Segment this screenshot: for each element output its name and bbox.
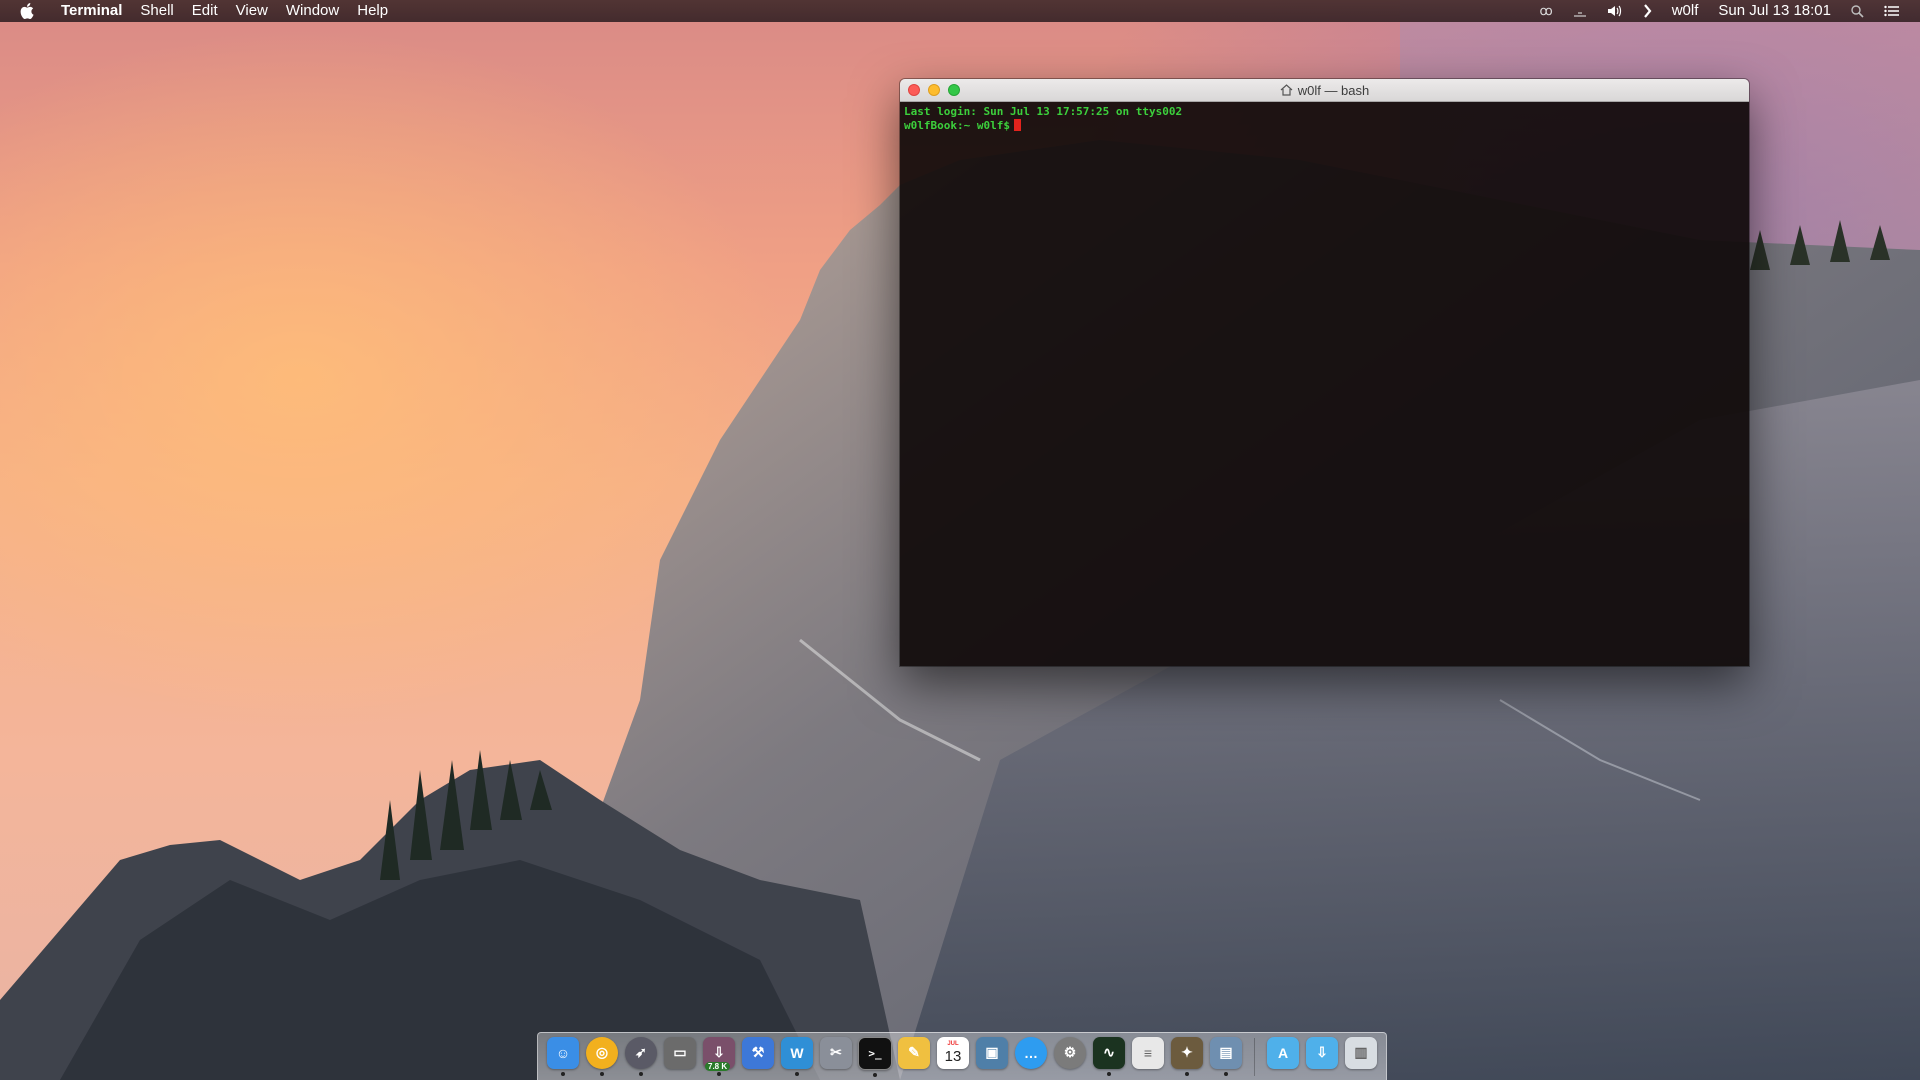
- trash-icon: ▥: [1345, 1036, 1377, 1069]
- dock-item-applications-folder[interactable]: A: [1266, 1036, 1300, 1077]
- dock-item-activity-monitor[interactable]: ∿: [1092, 1036, 1126, 1077]
- dock-item-downloads[interactable]: ⇩ 7.8 K: [702, 1036, 736, 1077]
- chrome-icon: ◎: [586, 1036, 618, 1069]
- gear-icon: ⚙: [1054, 1036, 1086, 1069]
- chat-icon: …: [1015, 1036, 1047, 1069]
- dock-item-textedit[interactable]: ✎: [897, 1036, 931, 1077]
- running-indicator: [1185, 1071, 1189, 1076]
- dock: ☺ ◎ ➶ ▭ ⇩ 7.8 K ⚒ W ✂ >_ ✎ JUL 13 ▣… ⚙ ∿ ≡ ✦ ▤ A ⇩ ▥: [537, 1032, 1387, 1080]
- folder-download-icon: ⇩: [1306, 1036, 1338, 1069]
- clock[interactable]: Sun Jul 13 18:01: [1708, 0, 1841, 22]
- preview-icon: ▣: [976, 1036, 1008, 1069]
- window-title-text: w0lf — bash: [1297, 82, 1370, 98]
- dock-item-xcode[interactable]: ⚒: [741, 1036, 775, 1077]
- window-titlebar[interactable]: w0lf — bash: [900, 79, 1749, 102]
- running-indicator: [1107, 1071, 1111, 1076]
- running-indicator: [1224, 1071, 1228, 1076]
- apple-menu-icon[interactable]: [20, 3, 38, 19]
- running-indicator: [873, 1072, 877, 1077]
- scroll-icon: ≡: [1132, 1036, 1164, 1069]
- calendar-day: 13: [944, 1048, 962, 1065]
- dock-item-script-editor[interactable]: ≡: [1131, 1036, 1165, 1077]
- menu-edit[interactable]: Edit: [183, 0, 227, 22]
- tools-icon: ✂: [820, 1036, 852, 1069]
- dock-item-finder[interactable]: ☺: [546, 1036, 580, 1077]
- user-menu[interactable]: w0lf: [1662, 0, 1709, 22]
- running-indicator: [561, 1071, 565, 1076]
- window-title: w0lf — bash: [1280, 82, 1370, 98]
- home-icon: [1280, 84, 1293, 96]
- w-icon: W: [781, 1036, 813, 1069]
- drive-icon: ▭: [664, 1036, 696, 1069]
- terminal-prompt-line: w0lfBook:~ w0lf$: [904, 119, 1745, 133]
- running-indicator: [795, 1071, 799, 1076]
- calendar-icon: JUL 13: [937, 1036, 969, 1069]
- dock-item-terminal[interactable]: >_: [858, 1036, 892, 1077]
- dock-item-trash[interactable]: ▥: [1344, 1036, 1378, 1077]
- menu-app-name[interactable]: Terminal: [52, 0, 131, 22]
- terminal-prompt: w0lfBook:~ w0lf$: [904, 119, 1010, 132]
- minimize-button[interactable]: [928, 84, 940, 96]
- terminal-cursor: [1013, 119, 1021, 131]
- dock-item-wunderlist[interactable]: W: [780, 1036, 814, 1077]
- dock-item-preview[interactable]: ▣: [975, 1036, 1009, 1077]
- wifi-icon[interactable]: [1563, 6, 1597, 17]
- dock-item-calendar[interactable]: JUL 13: [936, 1036, 970, 1077]
- menu-shell[interactable]: Shell: [131, 0, 182, 22]
- gimp-icon: ✦: [1171, 1036, 1203, 1069]
- download-count-badge: 7.8 K: [705, 1061, 731, 1071]
- folder-icon: A: [1267, 1036, 1299, 1069]
- dock-item-messages[interactable]: …: [1014, 1036, 1048, 1077]
- calendar-month: JUL: [947, 1041, 959, 1047]
- terminal-window: w0lf — bash Last login: Sun Jul 13 17:57…: [900, 79, 1749, 666]
- terminal-line-last-login: Last login: Sun Jul 13 17:57:25 on ttys0…: [904, 105, 1183, 118]
- terminal-output[interactable]: Last login: Sun Jul 13 17:57:25 on ttys0…: [900, 102, 1749, 666]
- dock-item-scissors-app[interactable]: ✂: [819, 1036, 853, 1077]
- menu-bar: Terminal Shell Edit View Window Help ꝏ w…: [0, 0, 1920, 22]
- hammer-icon: ⚒: [742, 1036, 774, 1069]
- menu-window[interactable]: Window: [277, 0, 348, 22]
- dock-separator: [1254, 1037, 1255, 1076]
- dock-item-utility[interactable]: ▭: [663, 1036, 697, 1077]
- notification-center-icon[interactable]: [1874, 5, 1910, 17]
- rocket-icon: ➶: [625, 1036, 657, 1069]
- running-indicator: [600, 1071, 604, 1076]
- dock-item-downloads-folder[interactable]: ⇩: [1305, 1036, 1339, 1077]
- window-controls: [908, 84, 960, 96]
- status-extra-icon[interactable]: ꝏ: [1529, 0, 1562, 22]
- menu-view[interactable]: View: [227, 0, 277, 22]
- running-indicator: [717, 1071, 721, 1076]
- dock-item-chrome[interactable]: ◎: [585, 1036, 619, 1077]
- dock-item-image-viewer[interactable]: ▤: [1209, 1036, 1243, 1077]
- photos-icon: ▤: [1210, 1036, 1242, 1069]
- close-button[interactable]: [908, 84, 920, 96]
- spotlight-search-icon[interactable]: [1841, 4, 1874, 18]
- dock-item-launchpad[interactable]: ➶: [624, 1036, 658, 1077]
- volume-icon[interactable]: [1597, 4, 1633, 18]
- zoom-button[interactable]: [948, 84, 960, 96]
- terminal-icon: >_: [858, 1036, 892, 1070]
- dock-item-system-preferences[interactable]: ⚙: [1053, 1036, 1087, 1077]
- graph-icon: ∿: [1093, 1036, 1125, 1069]
- status-tray: ꝏ w0lf Sun Jul 13 18:01: [1529, 0, 1920, 22]
- dock-item-gimp[interactable]: ✦: [1170, 1036, 1204, 1077]
- finder-icon: ☺: [547, 1036, 579, 1069]
- running-indicator: [639, 1071, 643, 1076]
- chevron-right-icon[interactable]: [1633, 4, 1662, 18]
- notepad-icon: ✎: [898, 1036, 930, 1069]
- menu-help[interactable]: Help: [348, 0, 397, 22]
